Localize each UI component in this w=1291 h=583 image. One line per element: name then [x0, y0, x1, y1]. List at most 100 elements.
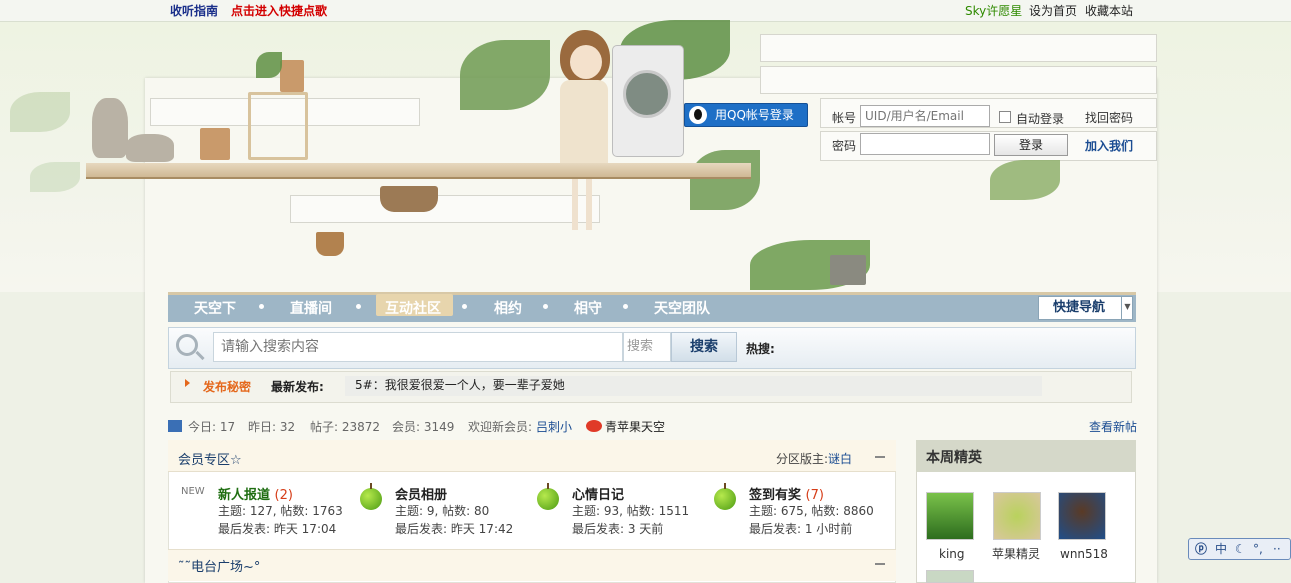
- stat-welcome: 欢迎新会员:: [468, 420, 533, 434]
- plant-illustration: [256, 52, 282, 78]
- more-icon[interactable]: ··: [1273, 539, 1281, 559]
- bookmark-link[interactable]: 收藏本站: [1085, 2, 1133, 19]
- new-badge: NEW: [181, 486, 205, 497]
- cat-illustration: [126, 134, 174, 162]
- view-new-posts-link[interactable]: 查看新帖: [1089, 418, 1137, 435]
- forum-stats-line: 主题: 9, 帖数: 80: [395, 504, 490, 518]
- crate-illustration: [248, 92, 308, 160]
- section-moderator: 分区版主:谜白: [776, 450, 852, 467]
- avatar[interactable]: [926, 492, 974, 540]
- plant-illustration: [990, 160, 1060, 200]
- section-title[interactable]: ˜˜电台广场~°: [178, 556, 260, 575]
- apple-icon: [714, 483, 736, 510]
- find-password-link[interactable]: 找回密码: [1085, 109, 1133, 126]
- qq-login-label: 用QQ帐号登录: [715, 108, 794, 122]
- nav-item-together[interactable]: 相守: [574, 298, 602, 318]
- collapse-icon[interactable]: [875, 456, 885, 458]
- leaf-decoration: [30, 162, 80, 192]
- quick-song-link[interactable]: 点击进入快捷点歌: [231, 2, 327, 19]
- stat-members: 会员: 3149: [392, 420, 455, 434]
- nav-separator: [623, 304, 628, 309]
- qq-login-button[interactable]: 用QQ帐号登录: [684, 103, 808, 127]
- plant-pot-illustration: [200, 128, 230, 160]
- moderator-link[interactable]: 谜白: [828, 452, 852, 466]
- plant-pot-illustration: [280, 60, 304, 92]
- stat-posts: 帖子: 23872: [310, 420, 381, 434]
- forum-name[interactable]: 签到有奖 (7): [749, 484, 824, 503]
- latest-post-text[interactable]: 5#：我很爱很爱一个人，要一辈子爱她: [345, 376, 1042, 396]
- latest-post-label: 最新发布:: [271, 380, 324, 394]
- nav-item-live[interactable]: 直播间: [290, 298, 332, 318]
- password-label: 密码: [832, 139, 857, 153]
- moon-icon[interactable]: ☾: [1235, 539, 1246, 559]
- forum-new-count: (2): [274, 488, 293, 503]
- weibo-icon: [586, 420, 602, 432]
- password-input[interactable]: [860, 133, 990, 155]
- set-home-link[interactable]: 设为首页: [1029, 2, 1077, 19]
- moderator-label: 分区版主:: [776, 452, 829, 466]
- forum-new-count: (7): [805, 488, 824, 503]
- nav-item-date[interactable]: 相约: [494, 298, 522, 318]
- member-name[interactable]: king: [939, 547, 965, 561]
- quick-nav-button[interactable]: 快捷导航: [1038, 296, 1133, 320]
- member-name[interactable]: wnn518: [1060, 547, 1108, 561]
- search-type-select[interactable]: 搜索: [623, 332, 671, 362]
- hot-search-label: 热搜:: [746, 342, 775, 356]
- washer-door-illustration: [623, 70, 671, 118]
- apple-icon: [537, 483, 559, 510]
- forum-last-post: 最后发表: 昨天 17:04: [218, 522, 337, 536]
- nav-item-team[interactable]: 天空团队: [654, 298, 710, 318]
- forum-last-post: 最后发表: 昨天 17:42: [395, 522, 514, 536]
- wood-board: [290, 195, 600, 223]
- avatar[interactable]: [926, 570, 974, 583]
- ime-toolbar[interactable]: ⓟ 中 ☾ °, ··: [1188, 538, 1291, 560]
- account-input[interactable]: [860, 105, 990, 127]
- girl-face-illustration: [570, 45, 602, 79]
- weibo-link[interactable]: 青苹果天空: [605, 418, 665, 435]
- hanging-pot-illustration: [316, 232, 344, 256]
- forum-name[interactable]: 心情日记: [572, 484, 624, 503]
- triangle-right-icon: [185, 379, 190, 387]
- post-secret-link[interactable]: 发布秘密: [203, 378, 251, 395]
- member-name[interactable]: 苹果精灵: [992, 545, 1040, 562]
- wood-board: [760, 34, 1157, 62]
- search-input[interactable]: [213, 332, 623, 362]
- forum-name[interactable]: 会员相册: [395, 484, 447, 503]
- stats-chart-icon: [168, 420, 182, 432]
- chevron-down-icon[interactable]: ▼: [1121, 296, 1133, 320]
- forum-last-post: 最后发表: 1 小时前: [749, 522, 853, 536]
- search-icon: [176, 334, 198, 356]
- stat-today: 今日: 17: [188, 420, 236, 434]
- nav-item-community[interactable]: 互动社区: [385, 298, 441, 318]
- cat-illustration: [92, 98, 128, 158]
- join-link[interactable]: 加入我们: [1085, 137, 1133, 154]
- top-bar: 收听指南 点击进入快捷点歌 Sky许愿星 设为首页 收藏本站: [0, 0, 1291, 22]
- forum-name[interactable]: 新人报道 (2): [218, 484, 293, 503]
- forum-stats-line: 主题: 675, 帖数: 8860: [749, 504, 874, 518]
- new-member-link[interactable]: 吕刺小: [536, 418, 572, 435]
- nav-separator: [462, 304, 467, 309]
- login-button[interactable]: 登录: [994, 134, 1068, 156]
- avatar[interactable]: [1058, 492, 1106, 540]
- punctuation-icon[interactable]: °,: [1253, 539, 1263, 559]
- avatar[interactable]: [993, 492, 1041, 540]
- basket-illustration: [380, 186, 438, 212]
- auto-login-label[interactable]: 自动登录: [1016, 110, 1064, 127]
- nav-separator: [259, 304, 264, 309]
- nav-separator: [543, 304, 548, 309]
- plant-illustration: [460, 40, 550, 110]
- guide-link[interactable]: 收听指南: [170, 2, 218, 19]
- auto-login-checkbox[interactable]: [999, 111, 1011, 123]
- ime-mode[interactable]: 中: [1215, 539, 1227, 559]
- forum-stats-line: 主题: 127, 帖数: 1763: [218, 504, 343, 518]
- leaf-decoration: [10, 92, 70, 132]
- girl-dress-illustration: [560, 80, 608, 170]
- account-label: 帐号: [832, 111, 857, 125]
- collapse-icon[interactable]: [875, 563, 885, 565]
- sky-wish-link[interactable]: Sky许愿星: [965, 2, 1022, 19]
- search-button[interactable]: 搜索: [671, 332, 737, 362]
- qq-icon: [689, 106, 707, 124]
- nav-item-tianxia[interactable]: 天空下: [194, 298, 236, 318]
- section-title[interactable]: 会员专区☆: [178, 449, 242, 468]
- plant-pot-illustration: [830, 255, 866, 285]
